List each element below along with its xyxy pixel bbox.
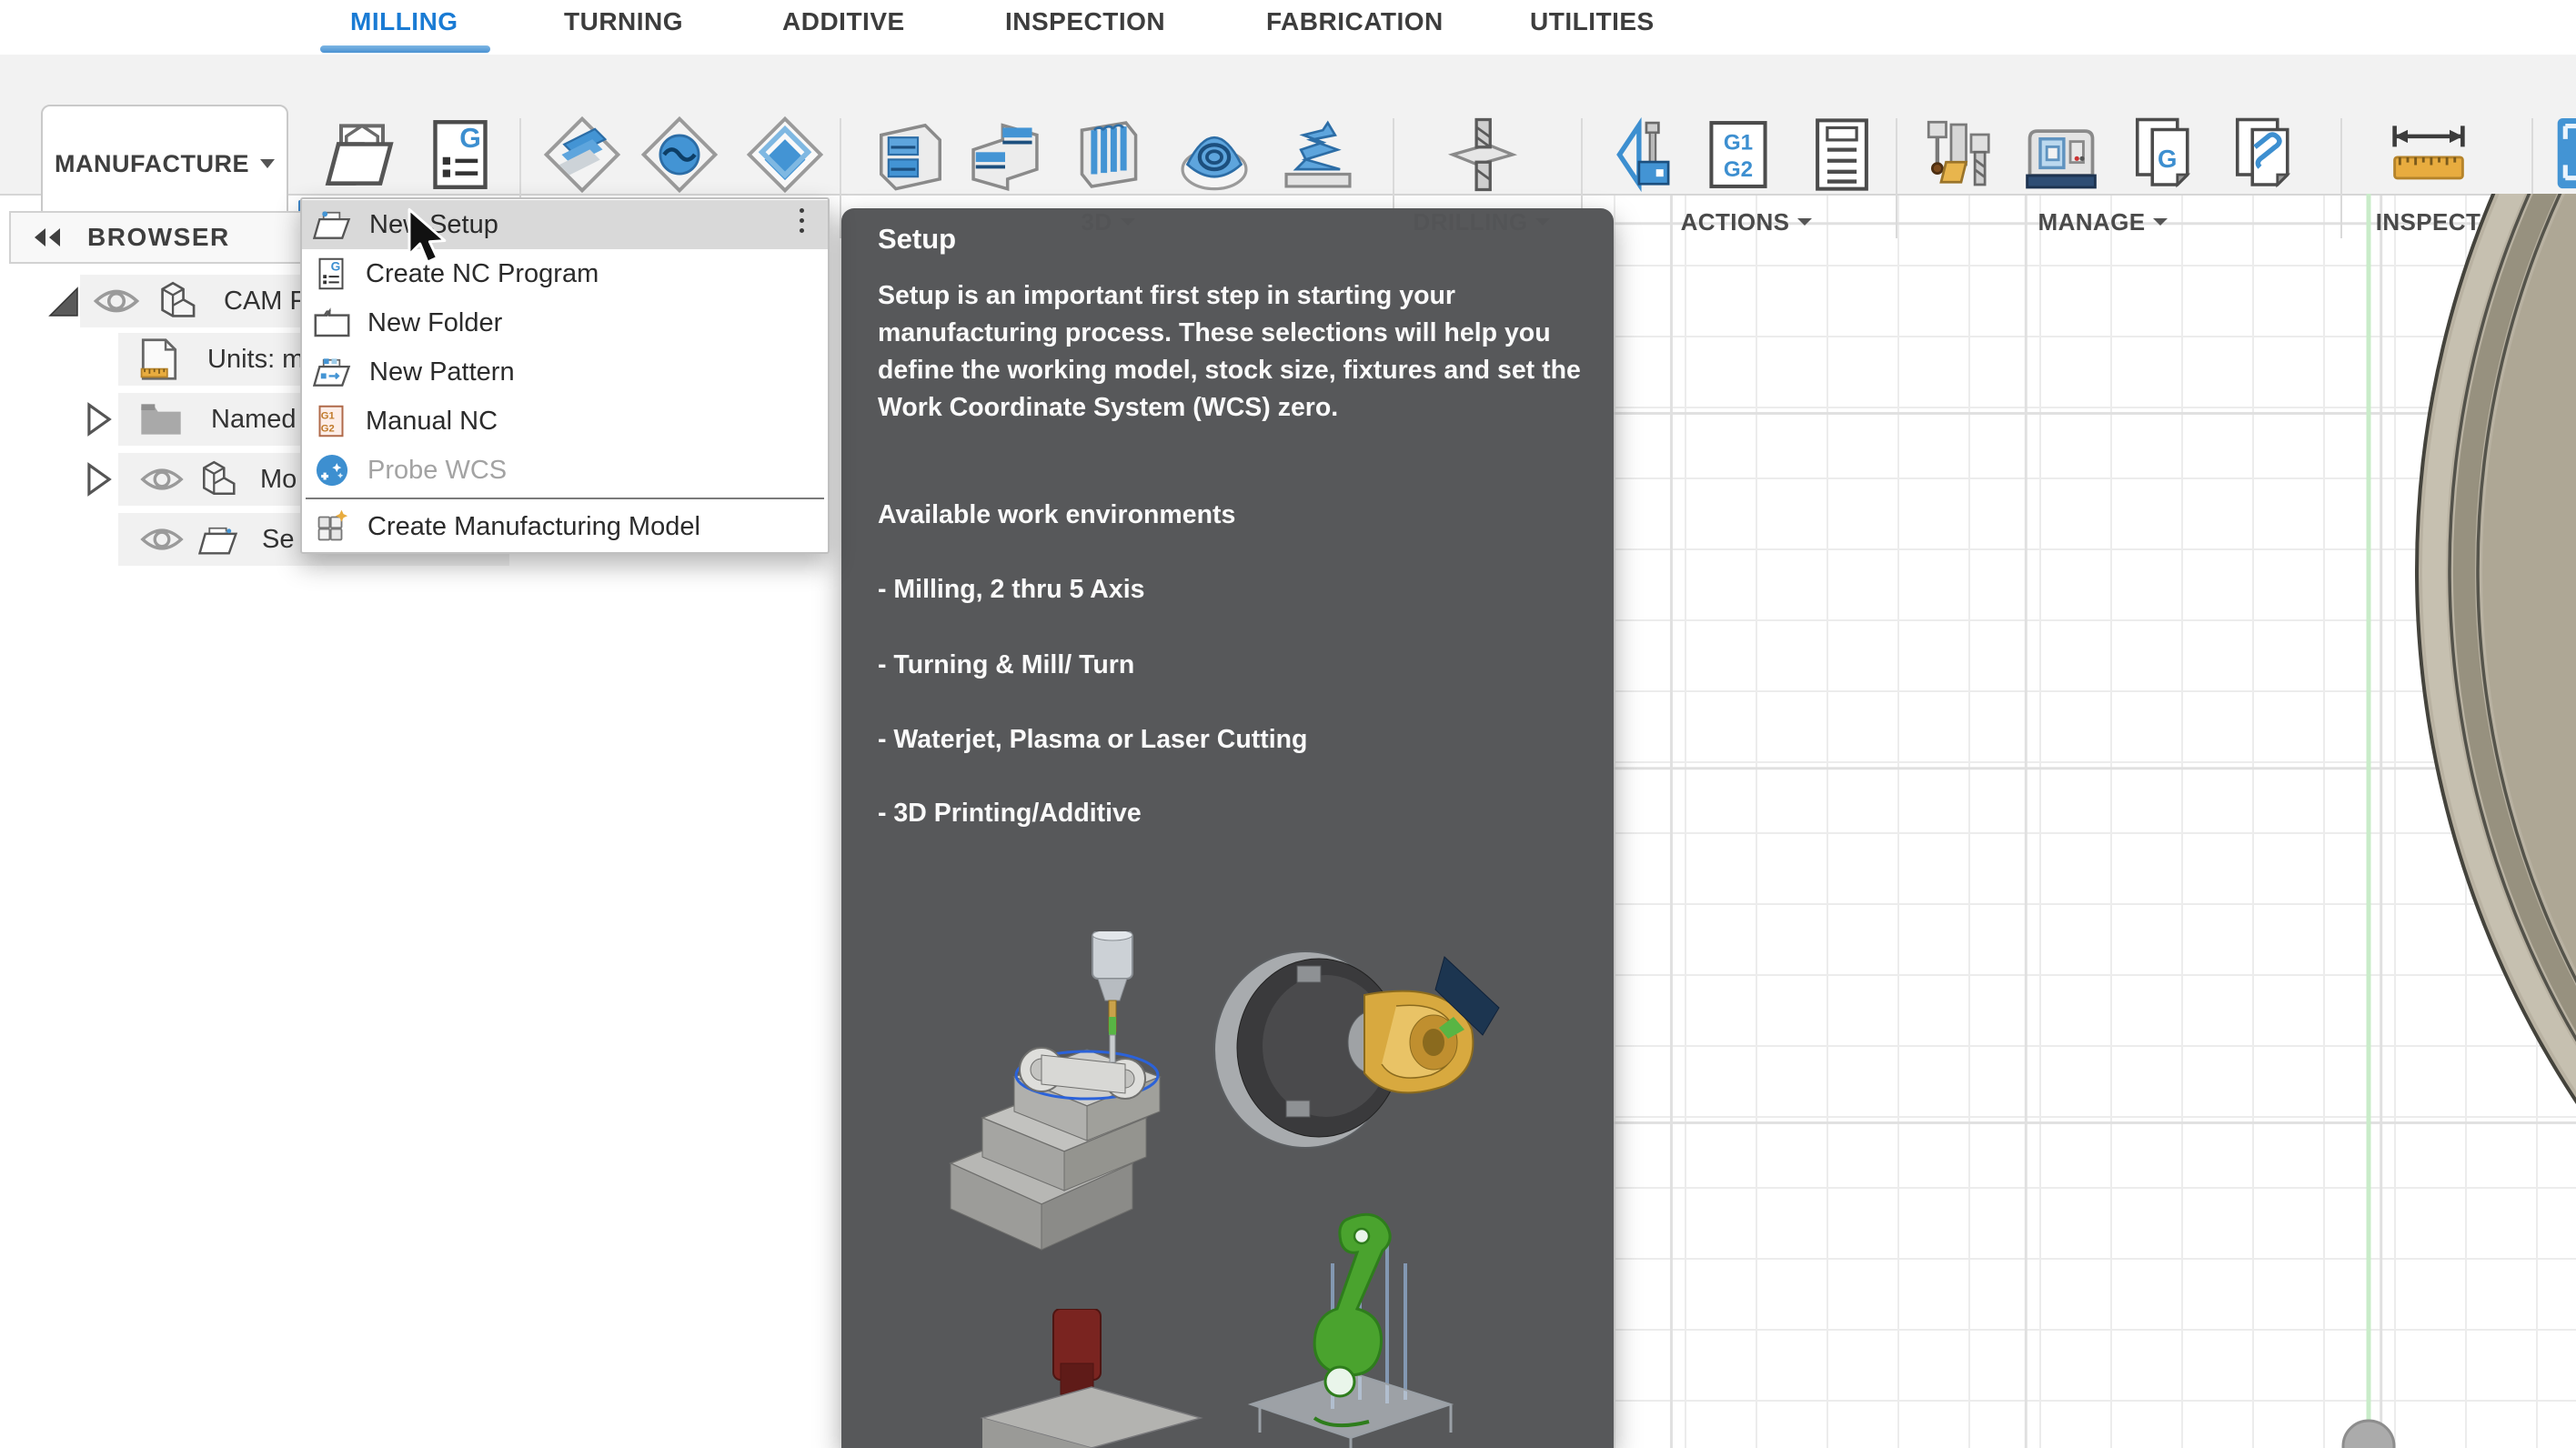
toolbar: MANUFACTURE G SETUP 2D [0,55,2576,196]
waterjet-illustration [955,1309,1228,1448]
tab-inspection[interactable]: INSPECTION [1005,7,1165,36]
collapsed-triangle-icon[interactable] [84,402,115,437]
setup-tooltip-panel: Setup Setup is an important first step i… [841,208,1614,1448]
menu-item-label: Probe WCS [367,456,507,486]
tooltip-bullet-turning: - Turning & Mill/ Turn [878,650,1134,680]
select-icon[interactable] [2552,113,2576,196]
workspace-selector-label: MANUFACTURE [55,150,249,178]
browser-row-label: Units: m [207,345,304,375]
turning-illustration [1210,940,1519,1163]
eye-icon[interactable] [93,285,140,317]
menu-item-create-manufacturing-model[interactable]: Create Manufacturing Model [302,502,828,551]
browser-row-label: Named [211,405,297,435]
simulate-icon[interactable] [1615,113,1693,196]
3d-pocket-icon[interactable] [966,113,1044,196]
collapse-panel-icon[interactable] [33,226,64,248]
3d-flow-icon[interactable] [1070,113,1148,196]
2d-adaptive-icon[interactable] [639,113,720,196]
milling-illustration [932,931,1205,1254]
kebab-menu-icon[interactable] [800,208,804,233]
create-manufacturing-model-icon [313,508,351,546]
menu-item-new-setup[interactable]: New Setup [302,200,828,249]
setup-dropdown-menu: New Setup G Create NC Program New Folder… [300,197,830,554]
menu-item-new-folder[interactable]: New Folder [302,298,828,347]
browser-row-label: Se [262,525,294,555]
workspace-selector-button[interactable]: MANUFACTURE [41,105,288,223]
browser-row-label: CAM F [224,287,306,317]
drill-icon[interactable] [1443,113,1523,196]
new-pattern-icon [313,354,353,390]
tab-additive[interactable]: ADDITIVE [782,7,905,36]
menu-item-label: Manual NC [366,407,498,437]
menu-item-label: Create NC Program [366,259,599,289]
setup-sheet-icon[interactable] [1803,113,1881,196]
menu-item-create-nc-program[interactable]: G Create NC Program [302,249,828,298]
tooltip-description: Setup is an important first step in star… [878,277,1585,427]
origin-sphere-handle[interactable] [2343,1421,2394,1448]
menu-item-new-pattern[interactable]: New Pattern [302,347,828,397]
svg-text:G2: G2 [321,423,335,434]
tooltip-bullet-additive: - 3D Printing/Additive [878,799,1142,829]
tab-fabrication[interactable]: FABRICATION [1266,7,1444,36]
tab-milling[interactable]: MILLING [350,7,458,36]
tooltip-bullet-waterjet: - Waterjet, Plasma or Laser Cutting [878,725,1307,755]
tooltip-title: Setup [878,223,956,256]
3d-scallop-icon[interactable] [1175,113,1253,196]
eye-icon[interactable] [140,524,184,555]
folder-icon [138,400,184,438]
tab-turning[interactable]: TURNING [564,7,683,36]
manual-nc-icon: G1 G2 [313,401,349,441]
svg-text:G: G [331,259,341,273]
svg-text:G: G [459,124,481,154]
new-setup-icon [313,206,353,243]
new-folder-icon [313,306,351,340]
menu-item-label: Create Manufacturing Model [367,512,700,542]
tooltip-bullet-milling: - Milling, 2 thru 5 Axis [878,575,1144,605]
menu-item-manual-nc[interactable]: G1 G2 Manual NC [302,397,828,446]
3d-adaptive-icon[interactable] [871,113,950,196]
expanded-triangle-icon[interactable] [47,286,80,318]
tab-utilities[interactable]: UTILITIES [1530,7,1655,36]
measure-icon[interactable] [2383,113,2474,196]
fusion-manufacture-window: { "tabs": { "items": [ {"label": "MILLIN… [0,0,2576,1448]
units-document-icon [138,337,180,382]
component-icon [156,280,198,322]
3d-spiral-icon[interactable] [1279,113,1357,196]
probe-wcs-icon [313,451,351,489]
tool-library-icon[interactable] [1921,113,2001,196]
eye-icon[interactable] [140,464,184,495]
collapsed-triangle-icon[interactable] [84,462,115,497]
machine-library-icon[interactable] [2019,113,2103,196]
menu-item-label: New Pattern [369,357,515,387]
template-documents-icon[interactable] [2225,113,2305,196]
menu-item-label: New Folder [367,308,502,338]
setup-item-icon [198,521,240,558]
chevron-down-icon [260,159,275,168]
browser-row-label: Mo [260,465,297,495]
menu-separator [306,498,824,499]
additive-illustration [1223,1209,1469,1448]
workspace-tab-bar: MILLING TURNING ADDITIVE INSPECTION FABR… [0,0,2576,55]
nc-program-icon[interactable]: G [420,113,500,196]
2d-contour-icon[interactable] [744,113,826,196]
2d-pocket-icon[interactable] [541,113,623,196]
component-icon [198,459,238,499]
setup-folder-icon[interactable] [320,113,404,196]
svg-text:G1: G1 [321,411,335,422]
svg-text:G1: G1 [1724,131,1753,156]
svg-text:G: G [2158,145,2177,173]
mouse-cursor [406,207,449,267]
viewport-3d-scene[interactable] [1614,194,2576,1448]
tooltip-subheading: Available work environments [878,500,1235,530]
menu-item-probe-wcs[interactable]: Probe WCS [302,446,828,495]
gcode-documents-icon[interactable]: G [2125,113,2205,196]
machined-disc-part[interactable] [2417,194,2576,1448]
create-nc-program-icon: G [313,254,349,294]
active-tab-underline [320,45,490,53]
browser-panel-title: BROWSER [87,223,230,252]
post-process-icon[interactable]: G1 G2 [1699,113,1777,196]
svg-text:G2: G2 [1724,157,1753,182]
